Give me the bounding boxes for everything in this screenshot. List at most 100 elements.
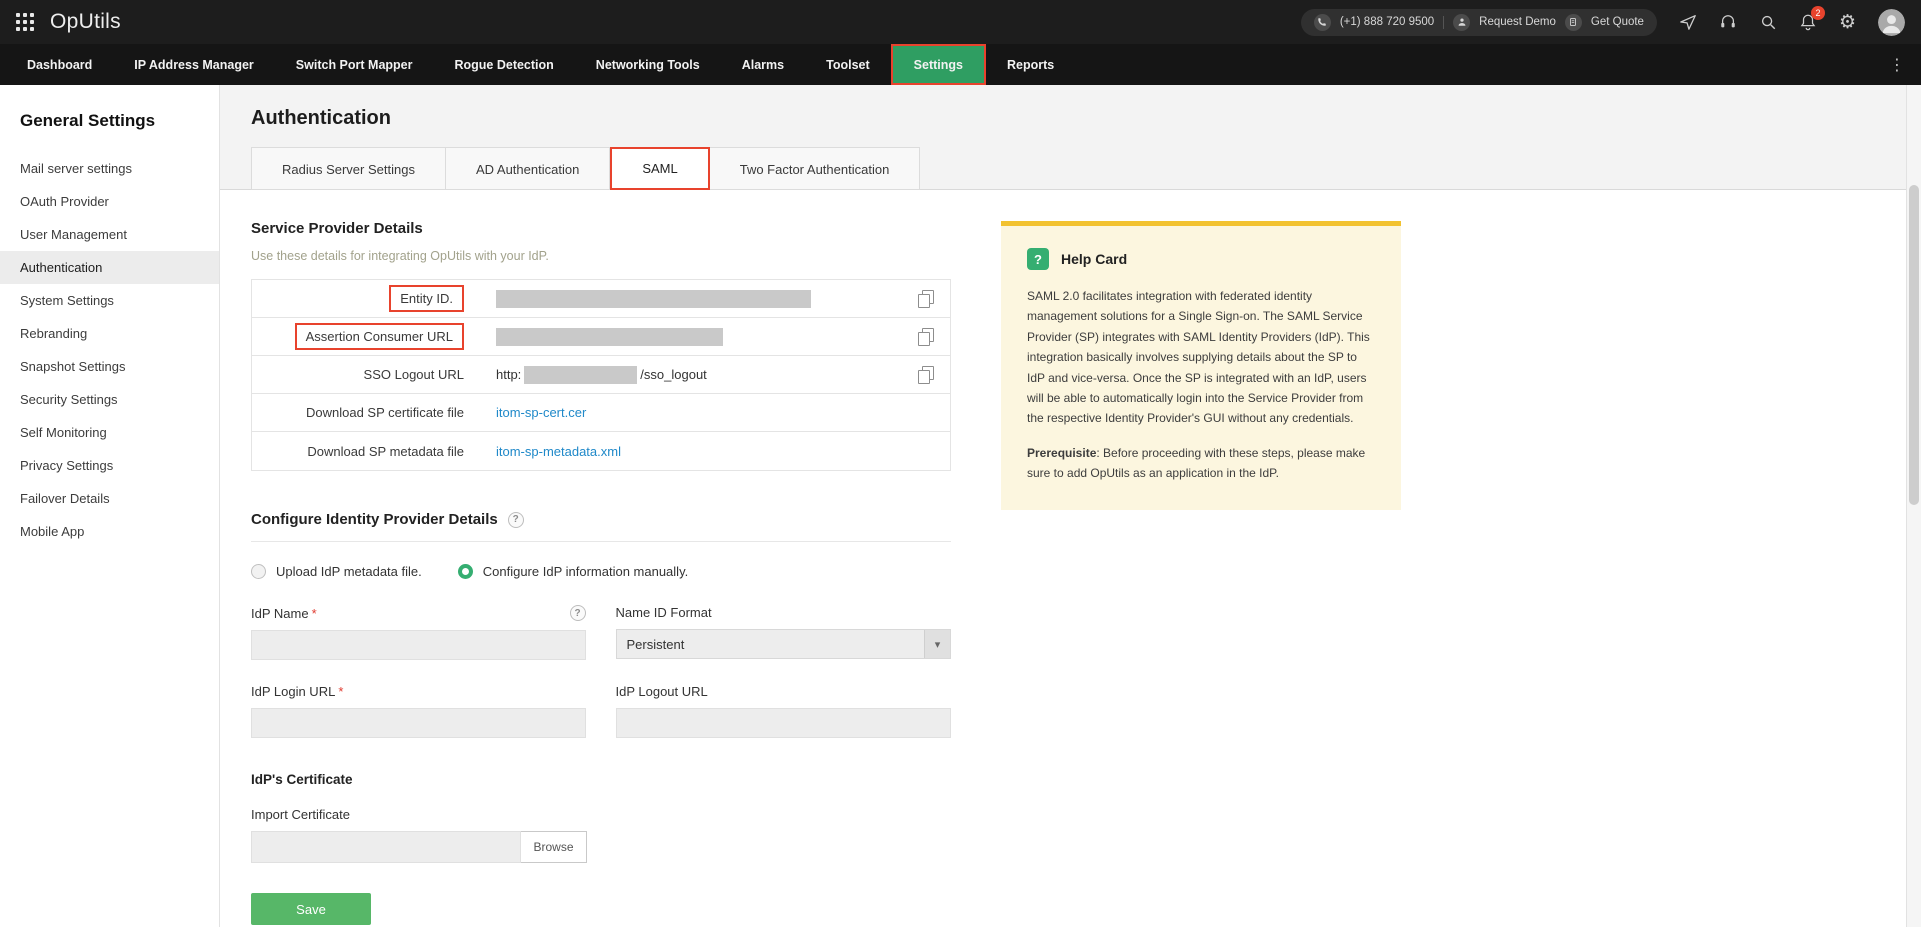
sso-logout-url-redacted-host [524,365,638,384]
sidebar-item-rebranding[interactable]: Rebranding [0,317,219,350]
gear-icon[interactable]: ⚙ [1839,13,1856,32]
help-card: ? Help Card SAML 2.0 facilitates integra… [1001,221,1401,510]
get-quote-link[interactable]: Get Quote [1591,16,1644,28]
app-title: OpUtils [50,10,121,33]
sp-certificate-download-link[interactable]: itom-sp-cert.cer [496,405,586,420]
copy-icon[interactable] [918,365,934,384]
request-demo-link[interactable]: Request Demo [1479,16,1556,28]
nav-item-settings[interactable]: Settings [890,44,986,85]
nav-item-dashboard[interactable]: Dashboard [6,44,113,85]
table-row-entity-id: Entity ID. [252,280,950,318]
chevron-down-icon: ▾ [924,630,950,658]
get-quote-icon [1564,13,1582,31]
pill-divider [1443,15,1445,29]
nav-item-ip-address-manager[interactable]: IP Address Manager [113,44,275,85]
scrollbar-thumb[interactable] [1909,185,1919,505]
sidebar-item-mobile-app[interactable]: Mobile App [0,515,219,548]
table-row-assertion-consumer-url: Assertion Consumer URL [252,318,950,356]
tab-ad-authentication[interactable]: AD Authentication [445,147,611,190]
notifications-bell-icon[interactable]: 2 [1799,6,1825,31]
nav-item-rogue-detection[interactable]: Rogue Detection [433,44,574,85]
help-card-prerequisite: Prerequisite: Before proceeding with the… [1027,443,1375,484]
table-row-sp-certificate: Download SP certificate file itom-sp-cer… [252,394,950,432]
idp-login-url-label: IdP Login URL [251,684,336,699]
main-navigation: Dashboard IP Address Manager Switch Port… [0,44,1921,85]
help-card-title: Help Card [1061,251,1128,267]
sidebar-item-authentication[interactable]: Authentication [0,251,219,284]
sso-logout-url-prefix: http: [496,367,522,382]
send-feedback-icon[interactable] [1679,13,1697,31]
nav-item-alarms[interactable]: Alarms [721,44,805,85]
download-sp-certificate-label: Download SP certificate file [305,405,464,420]
sp-details-table: Entity ID. Assertion Consumer URL SSO Lo… [251,279,951,471]
nav-item-switch-port-mapper[interactable]: Switch Port Mapper [275,44,434,85]
phone-number: (+1) 888 720 9500 [1339,16,1435,28]
sidebar-item-security-settings[interactable]: Security Settings [0,383,219,416]
idp-logout-url-label: IdP Logout URL [615,684,708,699]
prerequisite-label: Prerequisite [1027,445,1097,460]
sso-logout-url-label: SSO Logout URL [363,367,464,382]
idp-name-label: IdP Name [251,605,309,621]
idp-name-help-icon[interactable]: ? [569,605,586,621]
contact-pill: (+1) 888 720 9500 Request Demo Get Quote [1300,8,1657,36]
save-button[interactable]: Save [251,893,371,925]
idp-name-input[interactable] [251,630,586,660]
sidebar-item-user-management[interactable]: User Management [0,218,219,251]
upload-idp-metadata-radio-label[interactable]: Upload IdP metadata file. [276,564,422,579]
top-header-bar: OpUtils (+1) 888 720 9500 Request Demo G… [0,0,1921,44]
idp-logout-url-input[interactable] [615,708,951,738]
download-sp-metadata-label: Download SP metadata file [307,443,464,459]
idp-config-heading: Configure Identity Provider Details [251,511,498,528]
table-row-sp-metadata: Download SP metadata file itom-sp-metada… [252,432,950,470]
configure-idp-manually-radio[interactable] [457,564,473,579]
idp-login-url-input[interactable] [251,708,586,738]
copy-icon[interactable] [918,289,934,308]
idp-config-mode-radios: Upload IdP metadata file. Configure IdP … [251,564,951,579]
apps-grid-icon[interactable] [16,13,34,31]
search-icon[interactable] [1759,13,1777,31]
name-id-format-select[interactable]: Persistent ▾ [615,629,951,659]
page-scrollbar[interactable] [1906,85,1921,927]
idp-certificate-heading: IdP's Certificate [251,772,353,787]
nav-item-reports[interactable]: Reports [986,44,1075,85]
phone-icon [1313,13,1331,31]
auth-tabs: Radius Server Settings AD Authentication… [251,147,921,190]
request-demo-icon [1453,13,1471,31]
import-certificate-label: Import Certificate [251,807,350,822]
sidebar-heading: General Settings [20,111,156,130]
more-menu-icon[interactable]: ⋮ [1873,44,1921,85]
assertion-consumer-url-label: Assertion Consumer URL [294,323,464,350]
nav-item-toolset[interactable]: Toolset [805,44,891,85]
nav-item-networking-tools[interactable]: Networking Tools [575,44,721,85]
import-certificate-input[interactable] [251,831,521,863]
assertion-consumer-url-redacted-value [496,327,723,346]
saml-panel: Service Provider Details Use these detai… [220,190,1906,927]
notification-count-badge: 2 [1810,6,1825,20]
configure-idp-manually-radio-label[interactable]: Configure IdP information manually. [483,564,688,579]
sidebar-item-privacy-settings[interactable]: Privacy Settings [0,449,219,482]
tab-two-factor-authentication[interactable]: Two Factor Authentication [709,147,921,190]
name-id-format-label: Name ID Format [615,605,712,620]
tab-saml[interactable]: SAML [610,147,710,190]
required-asterisk: * [338,684,344,699]
upload-idp-metadata-radio[interactable] [251,564,266,579]
sidebar-item-mail-server-settings[interactable]: Mail server settings [0,152,219,185]
sidebar-item-self-monitoring[interactable]: Self Monitoring [0,416,219,449]
user-avatar[interactable] [1878,8,1905,36]
main-content: Authentication Radius Server Settings AD… [220,85,1906,927]
entity-id-label: Entity ID. [389,285,464,312]
copy-icon[interactable] [918,327,934,346]
entity-id-redacted-value [496,289,811,308]
name-id-format-value: Persistent [626,636,685,652]
sidebar-item-failover-details[interactable]: Failover Details [0,482,219,515]
sp-metadata-download-link[interactable]: itom-sp-metadata.xml [496,444,621,459]
help-icon[interactable]: ? [507,511,524,528]
help-card-icon: ? [1027,248,1049,270]
sidebar-item-system-settings[interactable]: System Settings [0,284,219,317]
tab-radius-server-settings[interactable]: Radius Server Settings [251,147,446,190]
browse-button[interactable]: Browse [521,831,587,863]
sidebar-item-oauth-provider[interactable]: OAuth Provider [0,185,219,218]
sidebar-item-snapshot-settings[interactable]: Snapshot Settings [0,350,219,383]
support-headset-icon[interactable] [1719,13,1737,31]
